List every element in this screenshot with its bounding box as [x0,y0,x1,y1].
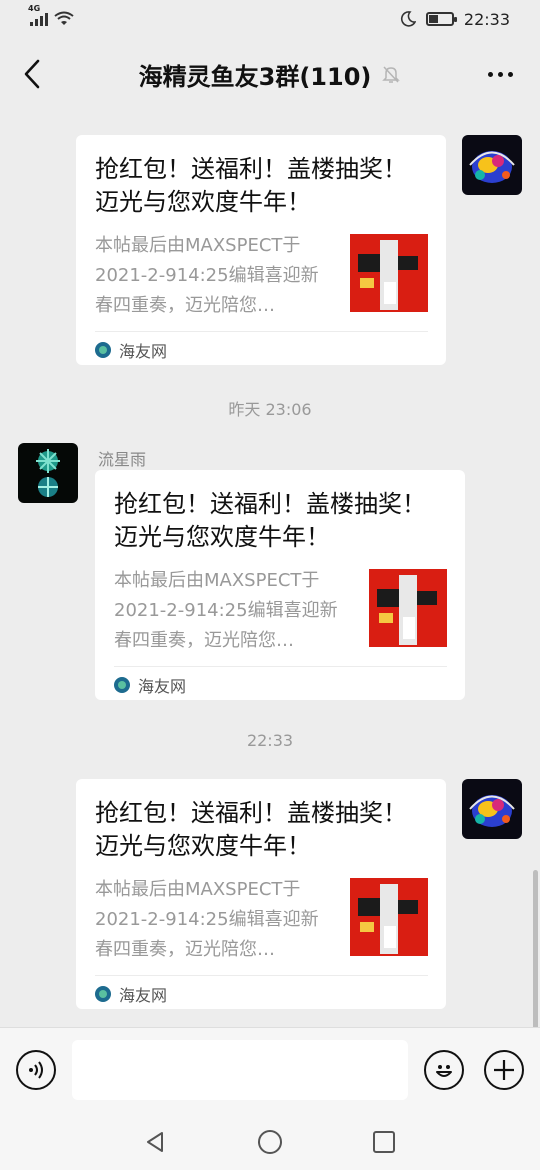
message-input[interactable] [72,1040,408,1100]
more-dots-icon [487,71,493,77]
message-card[interactable]: 抢红包！送福利！盖楼抽奖！迈光与您欢度牛年！ 本帖最后由MAXSPECT于202… [76,779,446,1009]
status-right: 22:33 [400,10,510,29]
title-group: 海精灵鱼友3群(110) [139,57,402,92]
source-logo-icon [95,341,111,358]
message-card[interactable]: 抢红包！送福利！盖楼抽奖！迈光与您欢度牛年！ 本帖最后由MAXSPECT于202… [76,135,446,365]
self-avatar[interactable] [462,779,522,839]
card-title: 抢红包！送福利！盖楼抽奖！迈光与您欢度牛年！ [95,799,407,860]
source-logo-icon [114,676,130,693]
status-left: 4G [28,4,74,27]
card-body: 本帖最后由MAXSPECT于2021-2-914:25编辑喜迎新春四重奏，迈光陪… [95,875,428,971]
self-avatar[interactable] [462,135,522,195]
card-thumbnail [369,569,447,647]
card-thumbnail [350,878,428,956]
more-button[interactable] [480,56,520,92]
input-bar [0,1027,540,1113]
card-title: 抢红包！送福利！盖楼抽奖！迈光与您欢度牛年！ [95,155,407,216]
signal-icon: 4G [28,4,48,26]
chat-title: 海精灵鱼友3群(110) [138,62,372,91]
card-body: 本帖最后由MAXSPECT于2021-2-914:25编辑喜迎新春四重奏，迈光陪… [95,231,428,327]
card-body: 本帖最后由MAXSPECT于2021-2-914:25编辑喜迎新春四重奏，迈光陪… [114,566,447,662]
emoji-button[interactable] [424,1050,464,1090]
timestamp: 昨天 23:06 [228,400,312,419]
bell-off-icon [381,64,401,84]
card-source: 海友网 [119,341,168,361]
source-logo-icon [95,985,111,1002]
chat-header: 海精灵鱼友3群(110) [0,38,540,110]
plus-button[interactable] [484,1050,524,1090]
scrollbar[interactable] [533,870,538,1030]
card-title: 抢红包！送福利！盖楼抽奖！迈光与您欢度牛年！ [114,490,426,551]
voice-button[interactable] [16,1050,56,1090]
message-card[interactable]: 抢红包！送福利！盖楼抽奖！迈光与您欢度牛年！ 本帖最后由MAXSPECT于202… [95,470,465,700]
system-home-button[interactable] [255,1127,285,1157]
card-source: 海友网 [119,985,168,1005]
system-back-button[interactable] [140,1127,170,1157]
system-navigation [0,1113,540,1170]
card-footer: 海友网 [114,666,447,702]
timestamp: 22:33 [246,731,294,750]
sender-name: 流星雨 [98,450,147,469]
voice-icon [29,1061,43,1079]
network-type: 4G [28,4,41,13]
status-bar: 4G 22:33 [0,0,540,38]
battery-icon [425,12,457,26]
card-thumbnail [350,234,428,312]
circle-home-icon [258,1130,282,1154]
plus-icon [494,1060,514,1080]
card-footer: 海友网 [95,975,428,1011]
moon-icon [400,11,416,27]
card-description: 本帖最后由MAXSPECT于2021-2-914:25编辑喜迎新春四重奏，迈光陪… [95,879,319,960]
clock: 22:33 [463,9,510,29]
sender-avatar[interactable] [18,443,78,503]
square-recents-icon [373,1131,395,1153]
triangle-back-icon [147,1132,163,1152]
back-arrow-icon [24,59,40,89]
emoji-icon [436,1065,452,1077]
card-description: 本帖最后由MAXSPECT于2021-2-914:25编辑喜迎新春四重奏，迈光陪… [95,235,319,316]
card-footer: 海友网 [95,331,428,367]
system-recents-button[interactable] [369,1127,399,1157]
chat-area[interactable]: 抢红包！送福利！盖楼抽奖！迈光与您欢度牛年！ 本帖最后由MAXSPECT于202… [0,110,540,1030]
card-description: 本帖最后由MAXSPECT于2021-2-914:25编辑喜迎新春四重奏，迈光陪… [114,570,338,651]
card-source: 海友网 [138,676,187,696]
back-button[interactable] [14,56,50,92]
wifi-icon [54,11,74,25]
